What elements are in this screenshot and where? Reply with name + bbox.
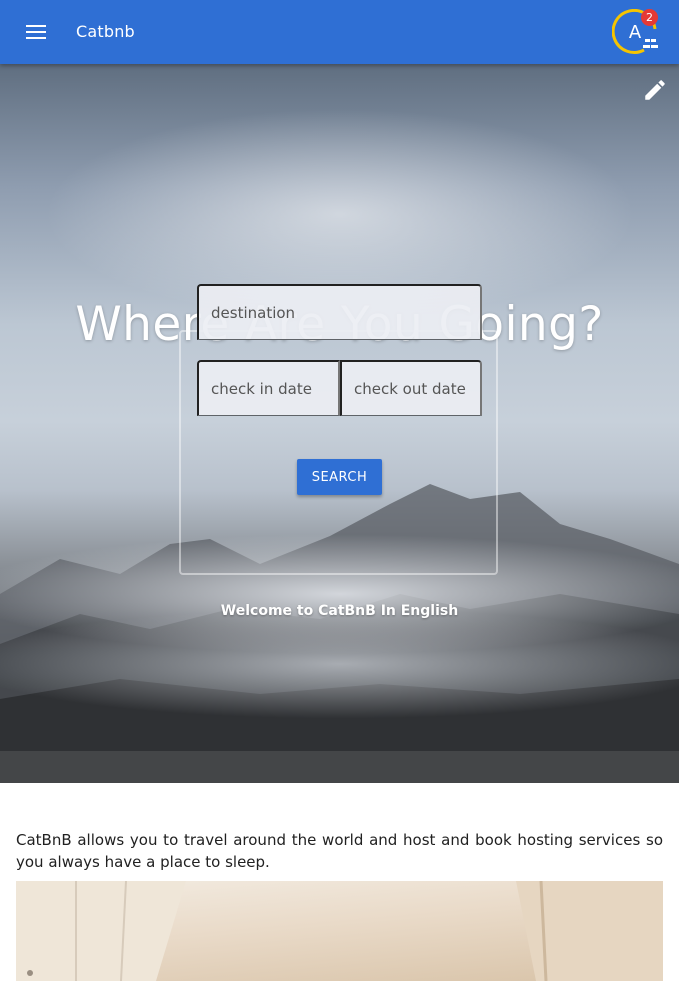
accessibility-button[interactable]: A 2 [611, 8, 658, 55]
welcome-text: Welcome to CatBnB In English [220, 603, 459, 619]
about-text: CatBnB allows you to travel around the w… [16, 831, 663, 871]
pencil-icon[interactable] [642, 77, 668, 103]
room-photo [16, 881, 663, 981]
check-in-date-input[interactable] [197, 360, 340, 416]
accessibility-letter: A [629, 22, 642, 43]
app-bar: Catbnb A 2 [0, 0, 679, 64]
destination-input[interactable] [197, 284, 482, 340]
notification-badge: 2 [641, 9, 658, 26]
menu-icon[interactable] [16, 14, 56, 50]
app-title: Catbnb [76, 22, 135, 41]
divider-band [0, 751, 679, 783]
fog-layer [0, 609, 679, 719]
check-out-date-input[interactable] [340, 360, 482, 416]
search-button[interactable]: SEARCH [297, 459, 382, 495]
